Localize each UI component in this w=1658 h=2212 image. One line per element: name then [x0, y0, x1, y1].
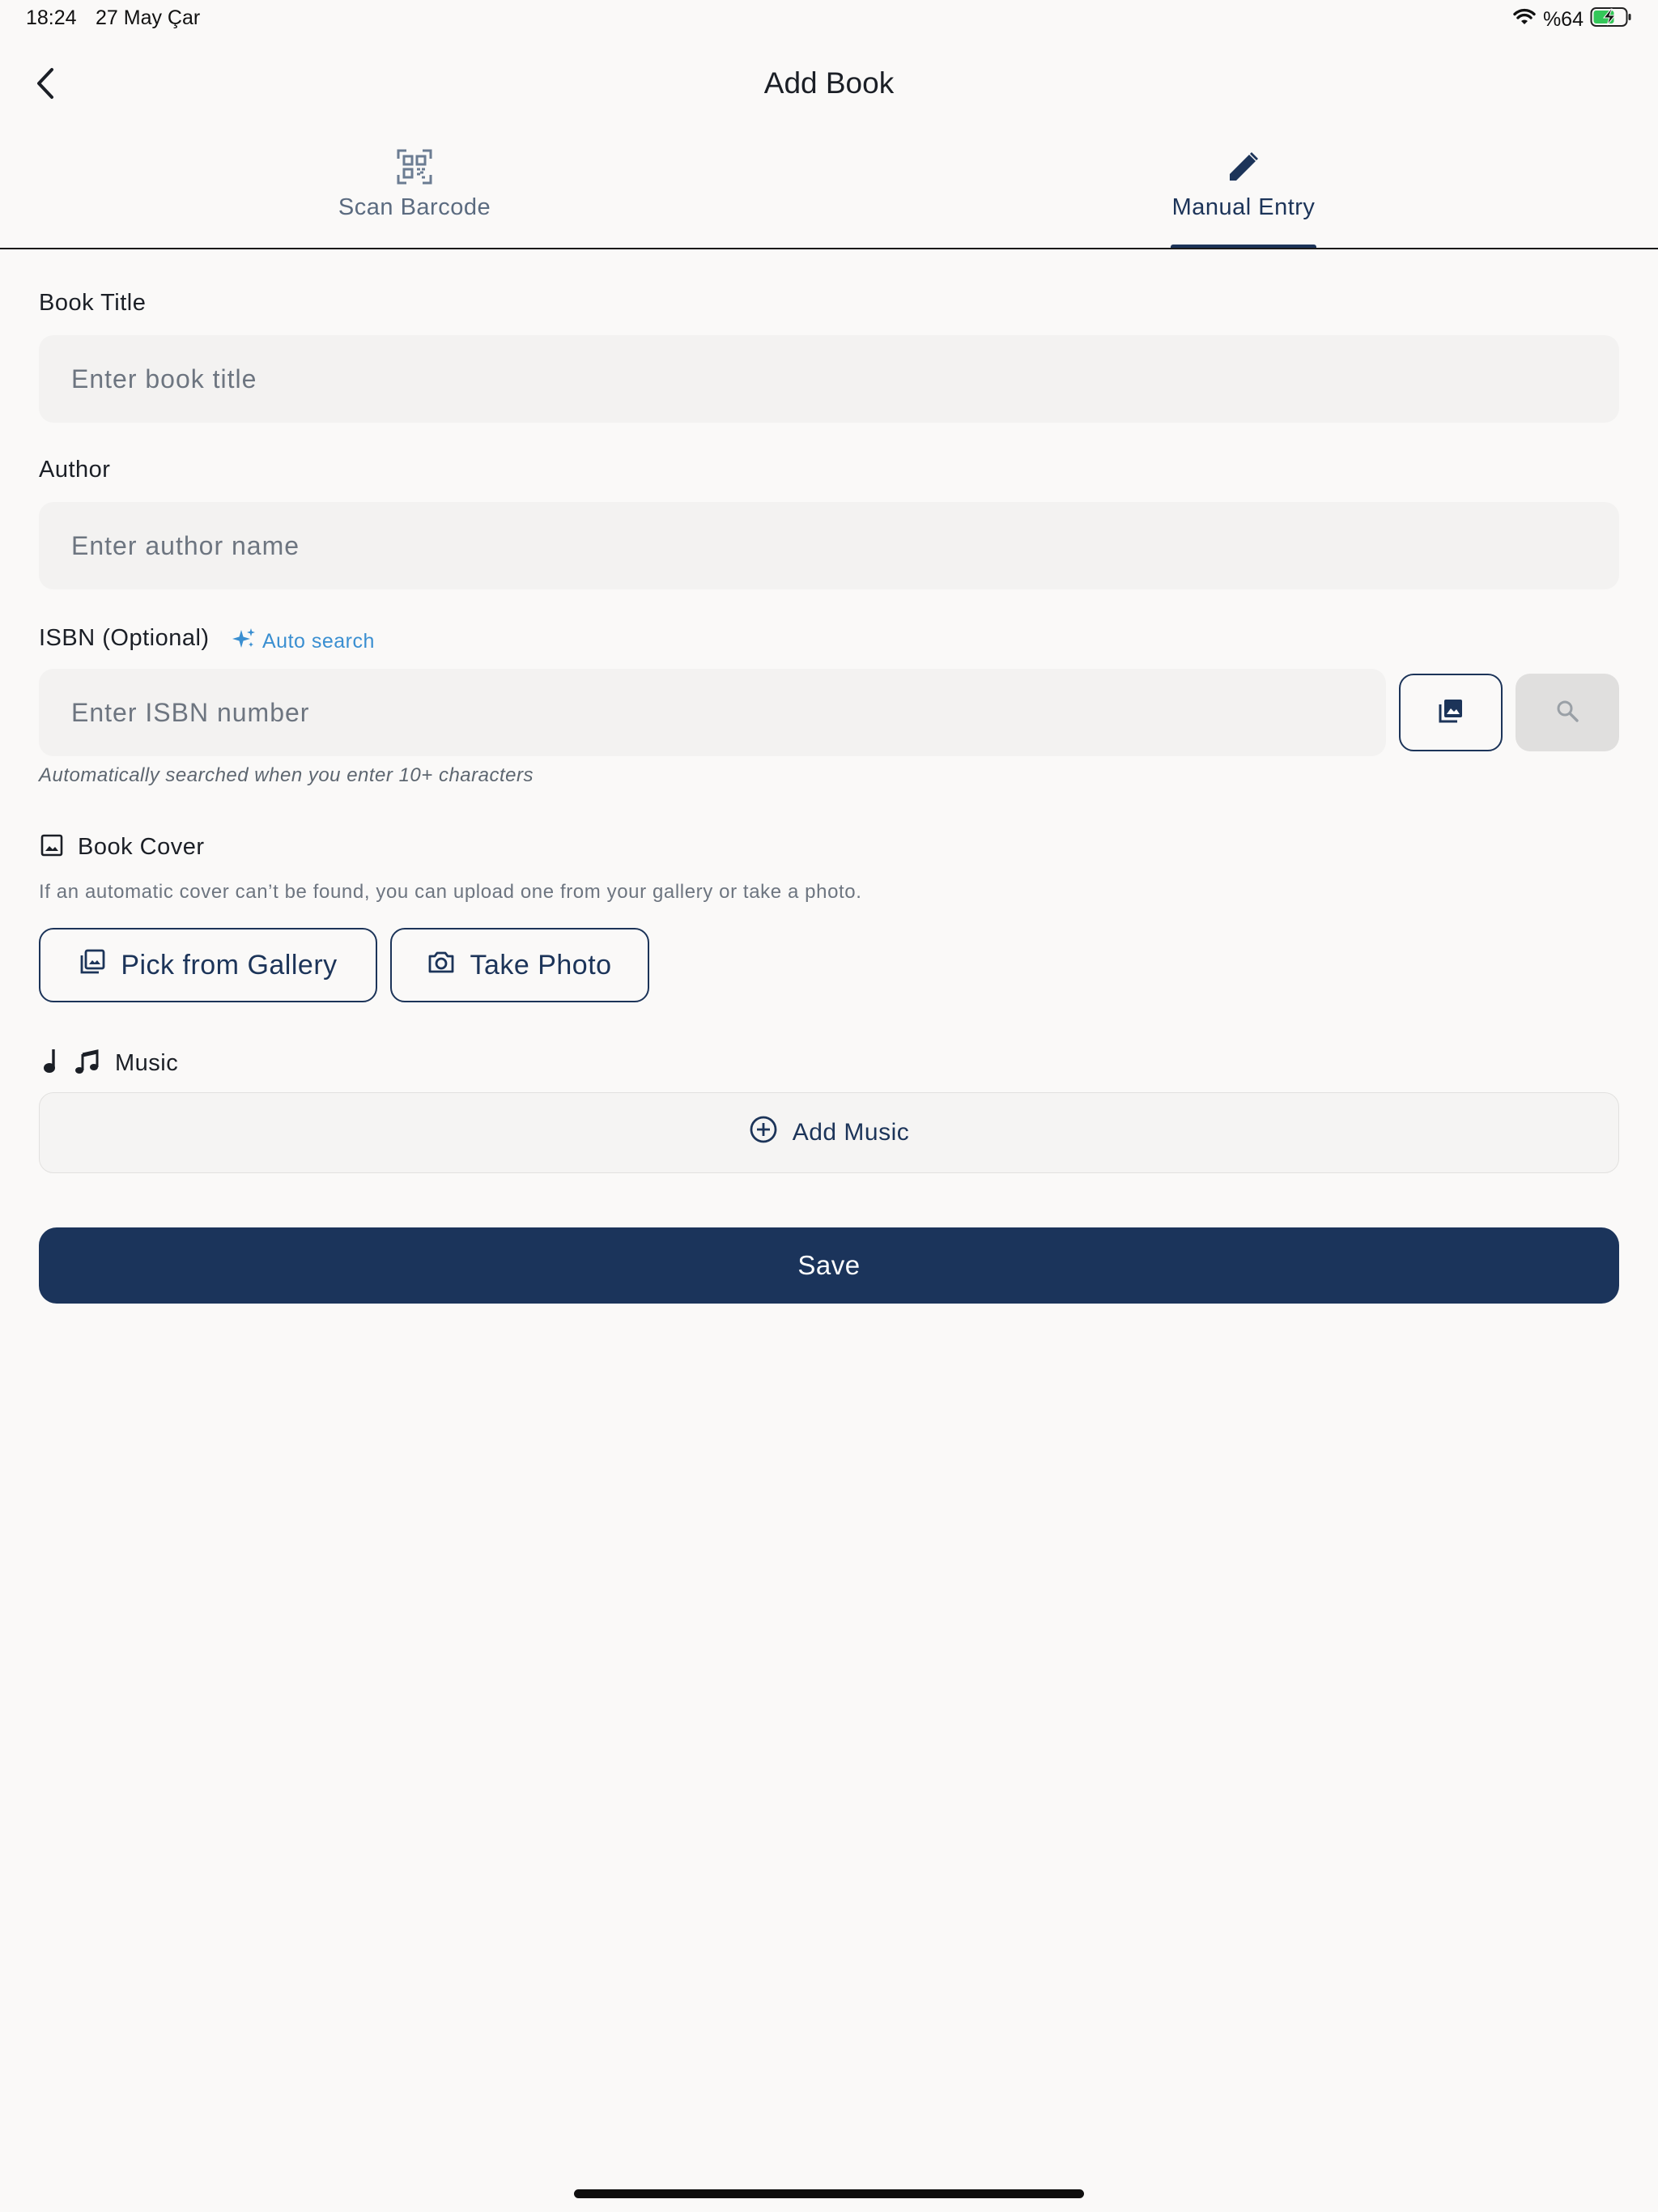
- isbn-hint: Automatically searched when you enter 10…: [39, 764, 534, 786]
- music-notes-icon: [74, 1048, 102, 1079]
- book-cover-label: Book Cover: [78, 834, 205, 860]
- book-title-label: Book Title: [39, 290, 147, 316]
- search-icon: [1555, 699, 1579, 727]
- image-icon: [40, 834, 63, 861]
- tab-label-manual: Manual Entry: [1171, 194, 1316, 220]
- add-circle-icon: [749, 1115, 778, 1151]
- page-title: Add Book: [763, 66, 895, 100]
- book-cover-description: If an automatic cover can’t be found, yo…: [39, 881, 862, 903]
- isbn-input[interactable]: [39, 669, 1386, 756]
- battery-percent: %64: [1542, 8, 1584, 31]
- battery-charging-icon: [1590, 6, 1632, 33]
- wifi-icon: [1512, 8, 1537, 32]
- add-music-button[interactable]: Add Music: [39, 1092, 1619, 1173]
- isbn-scan-image-button[interactable]: [1399, 674, 1503, 751]
- status-date: 27 May Çar: [96, 6, 201, 29]
- status-time: 18:24: [26, 6, 77, 29]
- tab-label-scan: Scan Barcode: [338, 194, 491, 220]
- tab-manual-entry[interactable]: Manual Entry: [829, 146, 1658, 249]
- music-note-icon: [42, 1048, 62, 1079]
- pick-from-gallery-label: Pick from Gallery: [121, 949, 338, 981]
- music-heading: Music: [42, 1048, 178, 1079]
- author-input[interactable]: [39, 502, 1619, 589]
- auto-search-badge: Auto search: [232, 627, 375, 657]
- book-title-input[interactable]: [39, 335, 1619, 423]
- isbn-search-button[interactable]: [1516, 674, 1619, 751]
- auto-search-text: Auto search: [262, 630, 375, 653]
- pencil-icon: [1226, 146, 1261, 188]
- qr-scan-icon: [397, 146, 432, 188]
- music-label: Music: [115, 1050, 179, 1076]
- home-indicator: [574, 2189, 1084, 2198]
- take-photo-button[interactable]: Take Photo: [390, 928, 649, 1002]
- tabs-divider: [0, 248, 1658, 249]
- save-button[interactable]: Save: [39, 1227, 1619, 1304]
- camera-icon: [427, 950, 455, 981]
- tab-scan-barcode[interactable]: Scan Barcode: [0, 146, 829, 249]
- photo-library-icon: [79, 948, 106, 983]
- take-photo-label: Take Photo: [470, 949, 612, 981]
- isbn-label: ISBN (Optional): [39, 625, 210, 651]
- sparkle-icon: [232, 627, 256, 657]
- add-music-label: Add Music: [792, 1119, 910, 1146]
- photo-library-icon: [1437, 697, 1465, 729]
- status-indicators: %64: [1512, 6, 1632, 33]
- book-cover-heading: Book Cover: [40, 834, 205, 861]
- pick-from-gallery-button[interactable]: Pick from Gallery: [39, 928, 377, 1002]
- author-label: Author: [39, 457, 111, 483]
